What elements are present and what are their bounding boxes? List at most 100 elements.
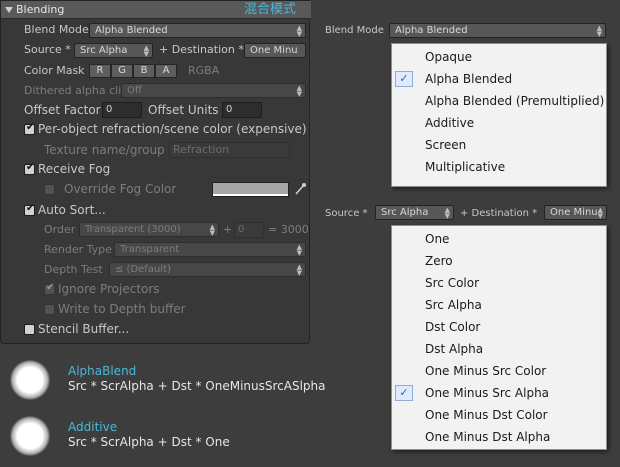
blend-mode-menu-item-label: Screen xyxy=(425,138,467,152)
blend-mode-value: Alpha Blended xyxy=(95,25,168,36)
dropdown-arrows-icon: ▲ ▼ xyxy=(209,223,215,237)
blend-factor-menu-item[interactable]: ✓ One Minus Src Alpha xyxy=(392,382,606,404)
override-fog-label: Override Fog Color xyxy=(64,182,177,196)
right-destination-label: + Destination * xyxy=(460,208,538,219)
ignore-projectors-label: Ignore Projectors xyxy=(58,282,160,296)
blend-factor-menu-item[interactable]: Src Color xyxy=(392,272,606,294)
blend-factor-menu-item[interactable]: One Minus Src Color xyxy=(392,360,606,382)
receive-fog-checkbox[interactable] xyxy=(24,162,35,175)
right-blend-mode-dropdown[interactable]: Alpha Blended ▲ ▼ xyxy=(389,23,606,38)
blend-factor-menu-item[interactable]: Src Alpha xyxy=(392,294,606,316)
checkmark-icon: ✓ xyxy=(395,71,413,87)
blend-factor-menu-item-label: One xyxy=(425,232,450,246)
foldout-arrow-icon[interactable] xyxy=(5,7,13,13)
blend-factor-menu-item[interactable]: Dst Color xyxy=(392,316,606,338)
blend-factor-menu-item[interactable]: Dst Alpha xyxy=(392,338,606,360)
offset-units-label: Offset Units xyxy=(148,103,219,117)
dithered-label: Dithered alpha clip xyxy=(24,84,129,97)
panel-header[interactable]: Blending 混合模式 xyxy=(1,1,311,19)
blend-mode-menu-item[interactable]: Screen xyxy=(392,134,606,156)
write-depth-checkbox[interactable] xyxy=(44,304,55,315)
blend-mode-menu-item[interactable]: Alpha Blended (Premultiplied) xyxy=(392,90,606,112)
dropdown-arrows-icon: ▲ ▼ xyxy=(597,206,603,220)
destination-dropdown[interactable]: One Minu xyxy=(244,43,306,58)
texture-name-label: Texture name/group xyxy=(44,143,165,157)
order-label: Order xyxy=(44,223,76,236)
additive-preview-circle xyxy=(10,416,50,456)
blend-mode-menu-item-label: Additive xyxy=(425,116,475,130)
order-value: Transparent (3000) xyxy=(85,224,181,235)
blend-factor-menu-item-label: One Minus Src Alpha xyxy=(425,386,550,400)
source-dropdown[interactable]: Src Alpha ▲ ▼ xyxy=(74,43,153,58)
blend-factor-menu: One Zero Src Color Src Alpha Dst Color Dst Al… xyxy=(391,225,607,450)
override-fog-checkbox[interactable] xyxy=(44,184,55,195)
color-mask-label: Color Mask xyxy=(24,64,85,77)
fog-color-alpha-bar xyxy=(213,194,288,196)
dropdown-arrows-icon: ▲ ▼ xyxy=(444,206,450,220)
blend-mode-menu: Opaque ✓ Alpha Blended Alpha Blended (Premu… xyxy=(391,43,607,187)
blend-factor-menu-item-label: One Minus Src Color xyxy=(425,364,547,378)
blend-factor-menu-item[interactable]: Zero xyxy=(392,250,606,272)
mask-b-toggle[interactable]: B xyxy=(133,64,155,78)
blend-factor-menu-item-label: Dst Alpha xyxy=(425,342,484,356)
panel-title: Blending xyxy=(16,3,65,16)
blend-factor-menu-item[interactable]: One Minus Dst Color xyxy=(392,404,606,426)
order-dropdown[interactable]: Transparent (3000) ▲ ▼ xyxy=(79,222,219,237)
blend-factor-menu-item-label: Src Color xyxy=(425,276,480,290)
chinese-title: 混合模式 xyxy=(244,2,297,17)
dropdown-arrows-icon: ▲ ▼ xyxy=(596,24,602,38)
render-type-value: Transparent xyxy=(120,244,180,255)
render-type-dropdown[interactable]: Transparent ▲ ▼ xyxy=(114,242,306,257)
refraction-label: Per-object refraction/scene color (expen… xyxy=(38,122,307,136)
depth-test-label: Depth Test xyxy=(44,263,103,276)
alpha-blend-formula: Src * ScrAlpha + Dst * OneMinusSrcASlpha xyxy=(68,379,326,393)
blend-mode-menu-item[interactable]: Multiplicative xyxy=(392,156,606,178)
right-destination-value: One Minu xyxy=(550,207,598,218)
auto-sort-checkbox[interactable] xyxy=(24,203,35,216)
blend-factor-menu-item-label: One Minus Dst Alpha xyxy=(425,430,551,444)
auto-sort-label: Auto Sort... xyxy=(38,203,106,217)
stencil-label: Stencil Buffer... xyxy=(38,322,130,336)
blend-factor-menu-item-label: One Minus Dst Color xyxy=(425,408,548,422)
blend-mode-menu-item[interactable]: ✓ Alpha Blended xyxy=(392,68,606,90)
right-destination-dropdown[interactable]: One Minu ▲ ▼ xyxy=(544,205,607,220)
refraction-checkbox[interactable] xyxy=(24,122,35,135)
receive-fog-label: Receive Fog xyxy=(38,162,111,176)
blend-mode-menu-item-label: Multiplicative xyxy=(425,160,506,174)
write-depth-label: Write to Depth buffer xyxy=(58,302,186,316)
blending-panel: Blending 混合模式 Blend Mode Alpha Blended ▲… xyxy=(0,0,311,344)
ignore-projectors-checkbox[interactable] xyxy=(44,282,55,295)
blend-mode-menu-item-label: Alpha Blended xyxy=(425,72,513,86)
order-offset-input[interactable]: 0 xyxy=(234,222,264,238)
blend-mode-menu-item[interactable]: Additive xyxy=(392,112,606,134)
mask-g-toggle[interactable]: G xyxy=(111,64,133,78)
blend-factor-menu-item[interactable]: One Minus Dst Alpha xyxy=(392,426,606,448)
render-type-label: Render Type xyxy=(44,243,112,256)
stencil-checkbox[interactable] xyxy=(24,324,35,335)
blend-mode-label: Blend Mode xyxy=(24,23,89,36)
eyedropper-icon[interactable] xyxy=(294,182,306,196)
depth-test-value: ≤ (Default) xyxy=(115,264,171,275)
blend-mode-dropdown[interactable]: Alpha Blended ▲ ▼ xyxy=(89,23,306,38)
right-source-dropdown[interactable]: Src Alpha ▲ ▼ xyxy=(375,205,454,220)
right-source-value: Src Alpha xyxy=(381,207,429,218)
dropdown-arrows-icon: ▲ ▼ xyxy=(296,243,302,257)
offset-units-input[interactable]: 0 xyxy=(222,102,262,118)
mask-a-toggle[interactable]: A xyxy=(155,64,177,78)
destination-value: One Minu xyxy=(250,45,298,56)
dithered-value: Off xyxy=(127,85,142,96)
dropdown-arrows-icon: ▲ ▼ xyxy=(296,84,302,98)
source-value: Src Alpha xyxy=(80,45,128,56)
destination-label: + Destination * xyxy=(159,43,244,56)
blend-factor-menu-item[interactable]: One xyxy=(392,228,606,250)
color-mask-display: RGBA xyxy=(188,64,220,77)
dithered-dropdown[interactable]: Off ▲ ▼ xyxy=(121,83,306,98)
additive-title: Additive xyxy=(68,420,118,434)
right-blend-mode-label: Blend Mode xyxy=(325,25,384,36)
blend-mode-menu-item[interactable]: Opaque xyxy=(392,46,606,68)
mask-r-toggle[interactable]: R xyxy=(89,64,111,78)
texture-name-input[interactable]: Refraction xyxy=(169,142,290,158)
offset-factor-input[interactable]: 0 xyxy=(102,102,142,118)
depth-test-dropdown[interactable]: ≤ (Default) ▲ ▼ xyxy=(109,262,306,277)
fog-color-swatch[interactable] xyxy=(212,182,289,197)
